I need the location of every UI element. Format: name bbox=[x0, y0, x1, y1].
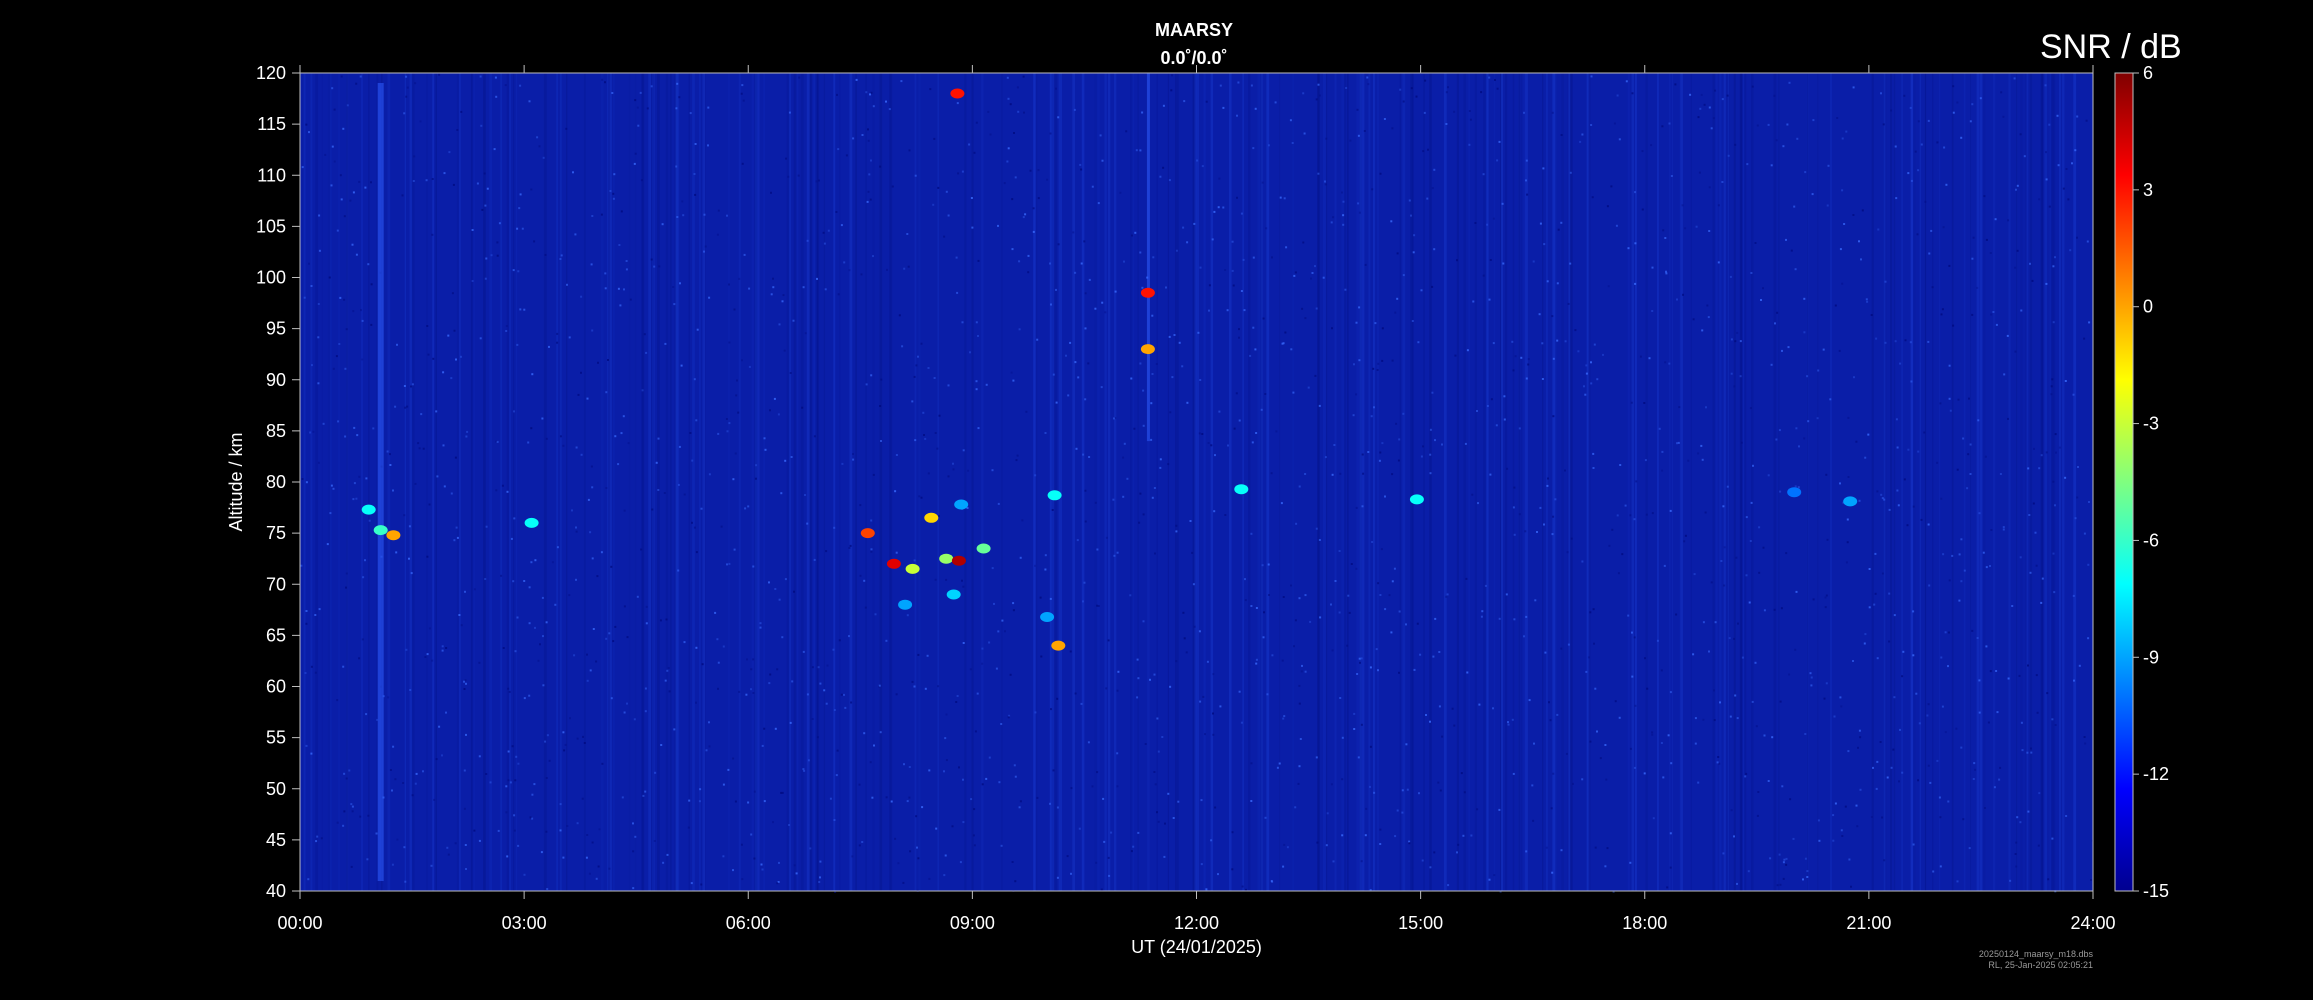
y-tick-label: 75 bbox=[266, 523, 286, 543]
chart-canvas: 40 45 50 55 60 65 70 75 80 85 90 95 100 105 110 115 120 0… bbox=[226, 63, 2169, 957]
chart-subtitle: 0.0˚/0.0˚ bbox=[1160, 48, 1228, 68]
echo-feature bbox=[1040, 612, 1055, 622]
y-tick-label: 65 bbox=[266, 625, 286, 645]
y-tick-label: 115 bbox=[257, 114, 286, 134]
echo-feature bbox=[1047, 490, 1062, 501]
colorbar-tick-label: -9 bbox=[2143, 647, 2159, 667]
x-tick-label: 12:00 bbox=[1174, 913, 1219, 933]
y-tick-label: 95 bbox=[266, 319, 286, 339]
colorbar-tick-label: -6 bbox=[2143, 530, 2159, 550]
x-tick-label: 00:00 bbox=[277, 913, 322, 933]
echo-feature bbox=[361, 504, 376, 515]
colorbar-tick-label: -15 bbox=[2143, 881, 2169, 901]
echo-feature bbox=[924, 512, 939, 523]
x-tick-label: 21:00 bbox=[1846, 913, 1891, 933]
echo-feature bbox=[1234, 484, 1249, 495]
y-tick-label: 110 bbox=[257, 165, 286, 185]
echo-feature bbox=[1409, 494, 1424, 505]
echo-feature bbox=[860, 528, 875, 539]
colorbar-label: SNR / dB bbox=[2040, 28, 2182, 66]
y-tick-label: 45 bbox=[266, 830, 286, 850]
echo-feature bbox=[1051, 640, 1066, 651]
echo-feature bbox=[1140, 344, 1155, 355]
echo-feature bbox=[886, 558, 901, 569]
footer-filename: 20250124_maarsy_m18.dbs bbox=[1978, 949, 2093, 959]
echo-feature bbox=[1843, 496, 1858, 507]
echo-feature bbox=[905, 563, 920, 574]
y-tick-label: 55 bbox=[266, 728, 286, 748]
y-axis-label: Altitude / km bbox=[226, 432, 246, 531]
y-tick-label: 60 bbox=[266, 677, 286, 697]
echo-feature bbox=[950, 88, 965, 99]
echo-feature bbox=[946, 589, 961, 600]
colorbar-tick-label: 3 bbox=[2143, 180, 2153, 200]
y-tick-label: 105 bbox=[256, 216, 286, 236]
colorbar-tick-label: -3 bbox=[2143, 414, 2159, 434]
x-axis-label: UT (24/01/2025) bbox=[1131, 937, 1262, 957]
y-tick-label: 40 bbox=[266, 881, 286, 901]
x-tick-label: 18:00 bbox=[1622, 913, 1667, 933]
y-tick-label: 50 bbox=[266, 779, 286, 799]
echo-feature bbox=[1787, 487, 1802, 498]
x-tick-label: 15:00 bbox=[1398, 913, 1443, 933]
echo-feature bbox=[976, 543, 991, 554]
echo-feature bbox=[951, 555, 966, 566]
y-tick-label: 120 bbox=[256, 63, 286, 83]
echo-feature bbox=[524, 517, 539, 528]
echo-feature bbox=[939, 553, 954, 564]
colorbar-ticks: 630-3-6-9-12-15 bbox=[2133, 63, 2169, 901]
colorbar-tick-label: 0 bbox=[2143, 297, 2153, 317]
echo-feature bbox=[373, 525, 388, 536]
footer-timestamp: RL, 25-Jan-2025 02:05:21 bbox=[1988, 960, 2093, 970]
x-tick-label: 09:00 bbox=[950, 913, 995, 933]
echo-feature bbox=[898, 599, 913, 610]
chart-title: MAARSY bbox=[1154, 20, 1233, 40]
colorbar bbox=[2114, 72, 2134, 892]
x-tick-label: 03:00 bbox=[502, 913, 547, 933]
y-tick-label: 85 bbox=[266, 421, 286, 441]
echo-feature bbox=[386, 530, 401, 541]
y-tick-label: 100 bbox=[256, 268, 286, 288]
echo-feature bbox=[1140, 287, 1155, 298]
y-tick-label: 90 bbox=[266, 370, 286, 390]
y-tick-label: 70 bbox=[266, 574, 286, 594]
echo-feature bbox=[954, 499, 969, 510]
y-tick-label: 80 bbox=[266, 472, 286, 492]
x-tick-label: 24:00 bbox=[2070, 913, 2115, 933]
colorbar-tick-label: -12 bbox=[2143, 764, 2169, 784]
x-tick-label: 06:00 bbox=[726, 913, 771, 933]
